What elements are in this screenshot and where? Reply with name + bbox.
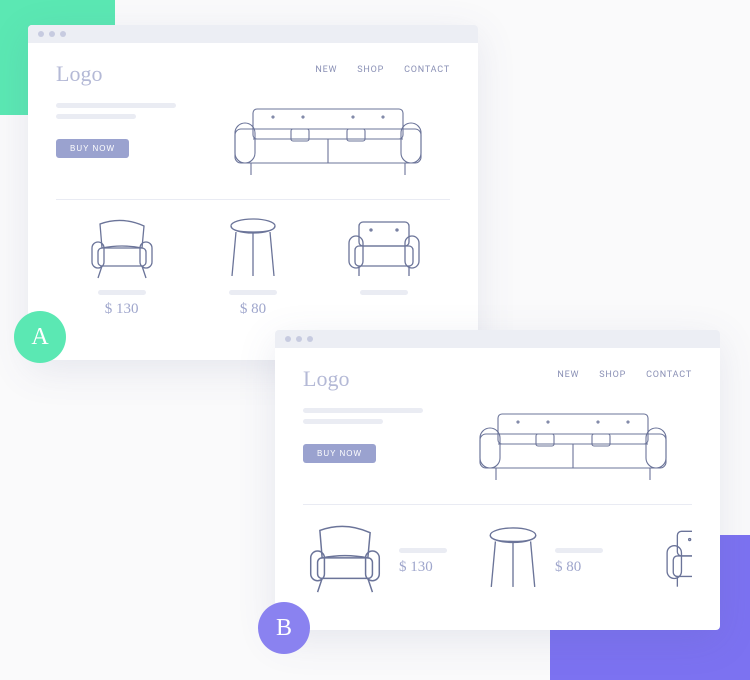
product-card-stool[interactable]: $ 80 — [483, 519, 643, 599]
placeholder-line — [303, 408, 423, 413]
hero-section: BUY NOW — [303, 406, 692, 505]
traffic-light-icon — [38, 31, 44, 37]
nav-link-new[interactable]: NEW — [315, 65, 337, 75]
product-price: $ 80 — [240, 301, 266, 318]
variant-badge-b: B — [258, 602, 310, 654]
buy-now-button[interactable]: BUY NOW — [56, 139, 129, 158]
hero-image — [206, 101, 450, 181]
placeholder-line — [399, 548, 447, 553]
loveseat-icon — [345, 214, 423, 284]
product-row: $ 130 $ 80 — [303, 505, 692, 599]
nav-link-shop[interactable]: SHOP — [599, 370, 626, 380]
brand-logo[interactable]: Logo — [56, 61, 102, 87]
armchair-icon — [303, 519, 387, 599]
placeholder-line — [56, 103, 176, 108]
product-card-loveseat[interactable] — [329, 214, 439, 318]
placeholder-line — [98, 290, 146, 295]
header-bar: Logo NEW SHOP CONTACT — [303, 366, 692, 392]
placeholder-line — [56, 114, 136, 119]
product-card-stool[interactable]: $ 80 — [198, 214, 308, 318]
sofa-icon — [223, 101, 433, 181]
stool-icon — [224, 214, 282, 284]
brand-logo[interactable]: Logo — [303, 366, 349, 392]
main-nav: NEW SHOP CONTACT — [557, 366, 692, 380]
hero-section: BUY NOW — [56, 101, 450, 200]
armchair-icon — [86, 214, 158, 284]
product-card-loveseat[interactable] — [663, 519, 692, 599]
traffic-light-icon — [60, 31, 66, 37]
mockup-window-a: Logo NEW SHOP CONTACT BUY NOW — [28, 25, 478, 360]
main-nav: NEW SHOP CONTACT — [315, 61, 450, 75]
header-bar: Logo NEW SHOP CONTACT — [56, 61, 450, 87]
product-price: $ 130 — [105, 301, 139, 318]
mockup-window-b: Logo NEW SHOP CONTACT BUY NOW — [275, 330, 720, 630]
nav-link-new[interactable]: NEW — [557, 370, 579, 380]
placeholder-line — [229, 290, 277, 295]
placeholder-line — [303, 419, 383, 424]
traffic-light-icon — [296, 336, 302, 342]
placeholder-line — [360, 290, 408, 295]
window-chrome — [275, 330, 720, 348]
stool-icon — [483, 519, 543, 599]
traffic-light-icon — [49, 31, 55, 37]
product-price: $ 80 — [555, 559, 581, 576]
buy-now-button[interactable]: BUY NOW — [303, 444, 376, 463]
traffic-light-icon — [307, 336, 313, 342]
nav-link-contact[interactable]: CONTACT — [646, 370, 692, 380]
placeholder-line — [555, 548, 603, 553]
hero-image — [453, 406, 692, 486]
nav-link-shop[interactable]: SHOP — [357, 65, 384, 75]
product-price: $ 130 — [399, 559, 433, 576]
window-chrome — [28, 25, 478, 43]
product-row: $ 130 $ 80 — [56, 200, 450, 318]
loveseat-icon — [663, 519, 692, 599]
product-card-armchair[interactable]: $ 130 — [303, 519, 463, 599]
product-card-armchair[interactable]: $ 130 — [67, 214, 177, 318]
sofa-icon — [468, 406, 678, 486]
traffic-light-icon — [285, 336, 291, 342]
variant-badge-a: A — [14, 311, 66, 363]
nav-link-contact[interactable]: CONTACT — [404, 65, 450, 75]
